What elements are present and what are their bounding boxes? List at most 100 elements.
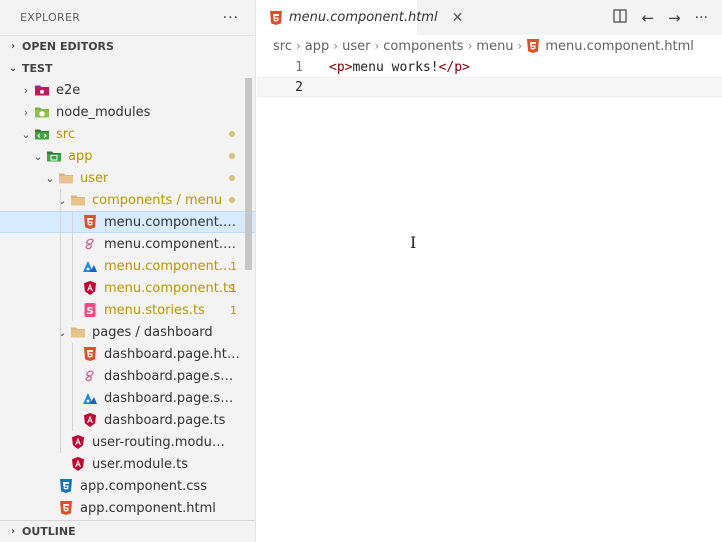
tab-label: menu.component.html	[289, 10, 438, 25]
tree-item-label: dashboard.page.scss	[104, 368, 240, 384]
workspace-section[interactable]: ⌄ TEST	[0, 57, 255, 79]
tree-item-label: app.component.css	[80, 478, 207, 494]
tree-item[interactable]: menu.component.ts 1	[0, 277, 255, 299]
tree-item[interactable]: › e2e	[0, 79, 255, 101]
sidebar-scrollbar[interactable]	[245, 78, 252, 270]
explorer-title: EXPLORER	[20, 11, 81, 24]
workspace-label: TEST	[22, 61, 53, 75]
more-actions-icon[interactable]: ···	[695, 10, 708, 26]
text-cursor-icon: I	[410, 233, 417, 252]
tree-item-label: app.component.html	[80, 500, 216, 516]
outline-section[interactable]: › OUTLINE	[0, 520, 255, 542]
tree-item-label: menu.component.scss	[104, 236, 240, 252]
tree-item[interactable]: user.module.ts	[0, 453, 255, 475]
open-editors-label: OPEN EDITORS	[22, 40, 114, 53]
editor-actions: ← → ···	[613, 0, 722, 35]
tree-item-label: e2e	[56, 82, 81, 98]
explorer-header: EXPLORER ···	[0, 0, 255, 35]
breadcrumb-label: menu.component.html	[545, 38, 694, 54]
angular-file-icon	[82, 412, 98, 428]
chevron-down-icon: ⌄	[57, 325, 67, 339]
breadcrumb-item[interactable]: menu	[476, 39, 513, 54]
css-file-icon	[58, 478, 74, 494]
tree-item-label: src	[56, 126, 75, 142]
tree-item[interactable]: ⌄ pages / dashboard	[0, 321, 255, 343]
chevron-right-icon: ›	[295, 39, 301, 53]
breadcrumb-item[interactable]: src	[273, 39, 292, 54]
breadcrumb-item[interactable]: app	[305, 39, 329, 54]
tree-item[interactable]: menu.component.spec.ts1	[0, 255, 255, 277]
tree-item[interactable]: dashboard.page.html	[0, 343, 255, 365]
tree-item[interactable]: app.component.css	[0, 475, 255, 497]
modified-dot-icon	[229, 131, 235, 137]
breadcrumb-label: user	[342, 38, 371, 54]
tree-item-label: menu.component.html	[104, 214, 240, 230]
chevron-right-icon: ›	[23, 105, 29, 119]
breadcrumb-label: menu	[476, 38, 514, 54]
chevron-right-icon: ›	[10, 526, 16, 537]
explorer-sidebar: EXPLORER ··· › OPEN EDITORS ⌄ TEST › e2e ›…	[0, 0, 256, 542]
go-back-icon[interactable]: ←	[641, 9, 654, 27]
tree-item[interactable]: › node_modules	[0, 101, 255, 123]
editor-area: menu.component.html ✕ ← → ··· src › app › us…	[257, 0, 722, 542]
src-folder-icon	[34, 126, 50, 142]
line-content: <p>menu works!</p>	[303, 60, 470, 75]
code-editor[interactable]: 1 <p>menu works!</p> 2	[257, 57, 722, 97]
tree-item-label: user	[80, 170, 109, 186]
chevron-down-icon: ⌄	[21, 127, 31, 141]
tree-item[interactable]: Smenu.stories.ts 1	[0, 299, 255, 321]
angular-file-icon	[82, 280, 98, 296]
tree-item[interactable]: dashboard.page.scss	[0, 365, 255, 387]
code-line[interactable]: 2	[257, 77, 722, 97]
chevron-right-icon: ›	[10, 41, 16, 52]
folder-icon	[58, 170, 74, 186]
html-tag: </p>	[438, 59, 470, 75]
tree-item[interactable]: ⌄ user	[0, 167, 255, 189]
code-line[interactable]: 1 <p>menu works!</p>	[257, 57, 722, 77]
chevron-right-icon: ›	[333, 39, 339, 53]
html-tag: <p>	[329, 59, 353, 75]
html-file-icon	[82, 214, 98, 230]
tree-item[interactable]: app.component.html	[0, 497, 255, 519]
open-editors-section[interactable]: › OPEN EDITORS	[0, 35, 255, 57]
tree-item-label: node_modules	[56, 104, 151, 120]
tree-item-label: dashboard.page.spec.ts	[104, 390, 240, 406]
chevron-right-icon: ›	[467, 39, 473, 53]
tree-item[interactable]: user-routing.module.ts	[0, 431, 255, 453]
tab-menu-component-html[interactable]: menu.component.html ✕	[257, 0, 463, 35]
more-actions-icon[interactable]: ···	[223, 10, 239, 26]
breadcrumb-item[interactable]: user	[342, 39, 370, 54]
split-editor-icon[interactable]	[613, 8, 628, 27]
tree-item-label: app	[68, 148, 93, 164]
breadcrumb-label: app	[304, 38, 330, 54]
tree-item[interactable]: menu.component.scss	[0, 233, 255, 255]
breadcrumb-item[interactable]: menu.component.html	[526, 38, 694, 54]
tree-item[interactable]: dashboard.page.ts	[0, 409, 255, 431]
indent-guide	[60, 189, 61, 453]
app-folder-icon	[46, 148, 62, 164]
tree-item[interactable]: ⌄ app	[0, 145, 255, 167]
tree-item-label: menu.component.ts	[104, 280, 235, 296]
problem-count-badge: 1	[230, 303, 237, 317]
problem-count-badge: 1	[230, 281, 237, 295]
outline-label: OUTLINE	[22, 525, 76, 538]
tree-item-label: dashboard.page.ts	[104, 412, 226, 428]
file-tree: › e2e › node_modules ⌄ src ⌄ app ⌄ user ⌄ component…	[0, 79, 255, 519]
code-text: menu works!	[352, 59, 439, 75]
tree-item[interactable]: ⌄ src	[0, 123, 255, 145]
chevron-down-icon: ⌄	[8, 62, 18, 74]
tree-item[interactable]: ⌄ components / menu	[0, 189, 255, 211]
modified-dot-icon	[229, 153, 235, 159]
go-forward-icon[interactable]: →	[668, 9, 681, 27]
svg-text:S: S	[86, 306, 93, 317]
tree-item[interactable]: dashboard.page.spec.ts	[0, 387, 255, 409]
tree-item-label: components / menu	[92, 192, 223, 208]
folder-icon	[70, 192, 86, 208]
close-icon[interactable]: ✕	[452, 10, 464, 26]
tree-item[interactable]: menu.component.html	[0, 211, 255, 233]
chevron-right-icon: ›	[517, 39, 523, 53]
e2e-folder-icon	[34, 82, 50, 98]
breadcrumb-item[interactable]: components	[383, 39, 463, 54]
html-file-icon	[58, 500, 74, 516]
line-number: 2	[295, 79, 303, 95]
